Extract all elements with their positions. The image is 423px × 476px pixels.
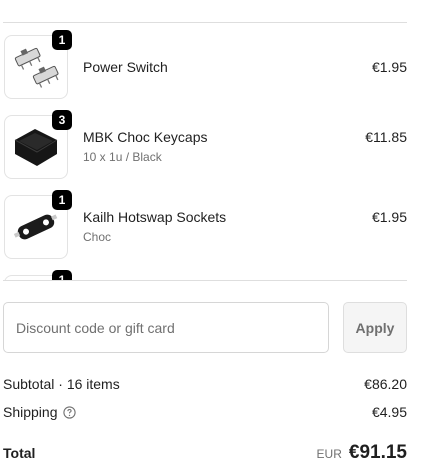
- product-image: 1: [4, 190, 72, 259]
- subtotal-label: Subtotal · 16 items: [3, 376, 120, 392]
- product-name: MBK Choc Keycaps: [83, 129, 208, 145]
- quantity-badge: 3: [52, 110, 72, 130]
- quantity-badge: 1: [52, 270, 72, 280]
- total-amount-group: EUR €91.15: [317, 442, 407, 464]
- line-item: 3 MBK Choc Keycaps 10 x 1u / Black €11.8…: [0, 110, 423, 181]
- product-variant: 10 x 1u / Black: [83, 150, 162, 164]
- quantity-badge: 1: [52, 30, 72, 50]
- bottom-divider: [3, 280, 407, 281]
- quantity-badge: 1: [52, 190, 72, 210]
- apply-button[interactable]: Apply: [343, 302, 407, 353]
- subtotal-row: Subtotal · 16 items €86.20: [3, 376, 407, 392]
- product-price: €11.85: [365, 129, 407, 145]
- total-row: Total EUR €91.15: [3, 442, 407, 464]
- total-label: Total: [3, 445, 36, 461]
- product-price: €1.95: [371, 209, 407, 225]
- shipping-label: Shipping: [3, 404, 58, 420]
- product-name: Kailh Hotswap Sockets: [83, 209, 227, 225]
- product-variant: Choc: [83, 230, 112, 244]
- line-item: 1 Kailh Hotswap Sockets Choc €1.95: [0, 190, 423, 261]
- total-value: €91.15: [348, 442, 407, 463]
- product-price: €1.95: [371, 59, 407, 75]
- product-image: 3: [4, 110, 72, 179]
- subtotal-value: €86.20: [364, 376, 407, 392]
- help-icon[interactable]: [62, 405, 76, 419]
- shipping-row: Shipping €4.95: [3, 404, 407, 420]
- line-item: 1 Power Switch €1.95: [0, 30, 423, 101]
- shipping-value: €4.95: [371, 404, 407, 420]
- shipping-label-group: Shipping: [3, 404, 76, 420]
- line-items-list[interactable]: 1 Power Switch €1.95 3 MBK Choc Keycaps …: [0, 23, 423, 280]
- product-image: 1: [4, 30, 72, 99]
- product-name: Power Switch: [83, 59, 168, 75]
- discount-code-input[interactable]: [3, 302, 329, 353]
- currency-code: EUR: [316, 447, 342, 461]
